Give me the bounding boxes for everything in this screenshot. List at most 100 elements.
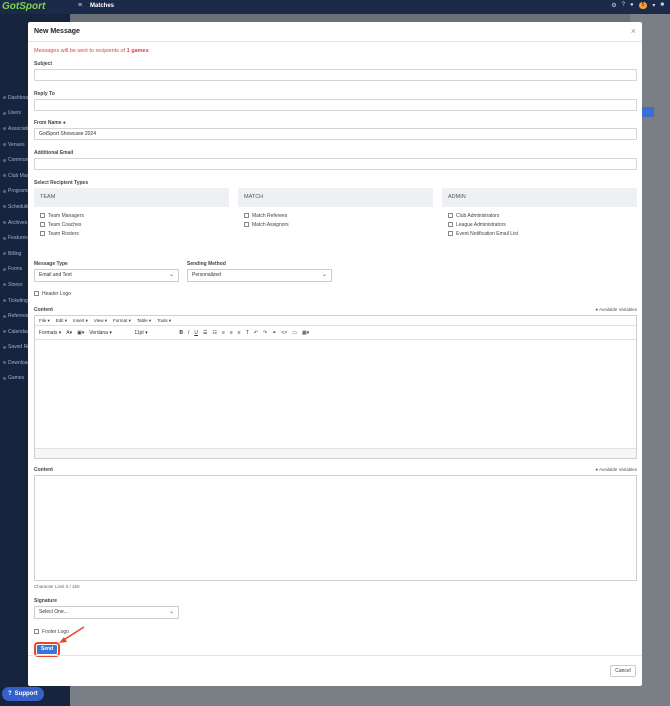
reply-to-input[interactable] [34,99,637,111]
formats-dropdown[interactable]: Formats ▾ [39,330,61,336]
message-type-select[interactable]: Email and Text ⌄ [34,269,179,282]
checkbox-label: Team Coaches [48,221,82,228]
sms-content-textarea[interactable] [34,475,637,581]
align-center-icon[interactable]: ≡ [230,330,233,336]
checkbox-team-coaches[interactable]: Team Coaches [34,220,229,229]
checkbox-event-notification-list[interactable]: Event Notification Email List [442,229,637,238]
align-right-icon[interactable]: ≡ [238,330,241,336]
bell-icon[interactable]: ● [630,2,634,9]
editor-body[interactable] [35,340,636,448]
available-variables-link-2[interactable]: ● Available Variables [595,467,637,472]
checkbox[interactable] [34,629,39,634]
italic-icon[interactable]: I [188,330,189,336]
redo-icon[interactable]: ↷ [263,330,267,336]
sidebar-item-label: Forms [8,266,23,273]
signature-select[interactable]: Select One... ⌄ [34,606,179,619]
cancel-button[interactable]: Cancel [610,665,636,677]
text-color-icon[interactable]: A▾ [66,330,72,336]
background-table-row [70,686,630,706]
checkbox-label: League Administrators [456,221,506,228]
highlight-color-icon[interactable]: ▣▾ [77,330,84,336]
align-left-icon[interactable]: ≡ [222,330,225,336]
sidebar-item-icon [3,236,6,240]
editor-menu-item[interactable]: Tools ▾ [157,318,171,324]
sidebar-item-icon [3,174,6,178]
chevron-down-icon[interactable]: ▾ [652,2,655,9]
sidebar-item-label: Stores [8,281,23,288]
additional-email-input[interactable] [34,158,637,170]
support-label: Support [14,691,38,697]
checkbox-match-referees[interactable]: Match Referees [238,211,433,220]
chevron-down-icon: ⌄ [168,609,174,615]
menu-icon[interactable]: ≡ [78,2,84,9]
underline-icon[interactable]: U [194,330,198,336]
checkbox[interactable] [448,213,453,218]
sidebar-item-icon [3,189,6,193]
link-icon[interactable]: ⚭ [272,330,276,336]
table-icon[interactable]: ▦▾ [302,330,309,336]
sidebar-item-icon [3,221,6,225]
sidebar-item-label: Features [8,235,28,242]
from-name-input[interactable]: GotSport Showcase 2024 [34,128,637,140]
image-icon[interactable]: ▭ [292,330,297,336]
sidebar-item-icon [3,158,6,162]
subject-input[interactable] [34,69,637,81]
sidebar-item-icon [3,361,6,365]
sidebar-item-icon [3,111,6,115]
notification-badge[interactable]: 5 [638,2,648,9]
checkbox[interactable] [244,222,249,227]
editor-menu-item[interactable]: Table ▾ [137,318,151,324]
gear-icon[interactable]: ⚙ [611,2,616,9]
editor-menu-item[interactable]: File ▾ [39,318,50,324]
gotsport-logo[interactable]: GotSport [2,1,45,12]
checkbox-club-administrators[interactable]: Club Administrators [442,211,637,220]
editor-menu-label: Insert [73,317,85,323]
info-icon: ● [595,467,599,472]
sending-method-value: Personalized [192,272,221,278]
bullet-list-icon[interactable]: ☰ [203,330,207,336]
editor-statusbar [35,448,636,458]
sidebar-item-icon [3,376,6,380]
checkbox[interactable] [244,213,249,218]
checkbox-team-managers[interactable]: Team Managers [34,211,229,220]
sidebar-item-icon [3,330,6,334]
signature-value: Select One... [39,609,68,615]
sending-method-label: Sending Method [187,261,226,267]
notice-text: Messages will be sent to recipients of [34,48,127,54]
code-icon[interactable]: <> [281,330,287,336]
editor-menu-item[interactable]: Insert ▾ [73,318,88,324]
numbered-list-icon[interactable]: ☷ [212,330,216,336]
checkbox[interactable] [40,222,45,227]
checkbox-label: Match Referees [252,212,288,219]
notice-count: 1 games [126,48,149,54]
user-avatar[interactable]: ■ [660,2,664,9]
send-button[interactable]: Send [34,642,60,657]
available-variables-link[interactable]: ● Available Variables [595,307,637,312]
checkbox-league-administrators[interactable]: League Administrators [442,220,637,229]
checkbox-team-rosters[interactable]: Team Rosters [34,229,229,238]
sidebar-item-label: Archives [8,219,28,226]
support-button[interactable]: ? Support [2,687,44,701]
checkbox-match-assignors[interactable]: Match Assignors [238,220,433,229]
checkbox[interactable] [40,213,45,218]
formats-label: Formats [39,329,58,336]
undo-icon[interactable]: ↶ [254,330,258,336]
checkbox[interactable] [34,291,39,296]
checkbox[interactable] [40,231,45,236]
checkbox[interactable] [448,222,453,227]
help-icon[interactable]: ? [622,2,625,9]
character-limit: Character Limit 0 / 160 [34,584,80,589]
font-size-dropdown[interactable]: 11pt ▾ [134,330,174,336]
bold-icon[interactable]: B [179,330,183,336]
editor-menu-item[interactable]: Edit ▾ [56,318,67,324]
sidebar-item-label: Programs [8,188,30,195]
editor-menu-item[interactable]: View ▾ [94,318,107,324]
checkbox[interactable] [448,231,453,236]
editor-menu-item[interactable]: Format ▾ [113,318,131,324]
header-logo-checkbox[interactable]: Header Logo [28,289,71,298]
clear-format-icon[interactable]: T [246,330,249,336]
close-icon[interactable]: × [631,26,636,36]
rich-text-editor: File ▾ Edit ▾ Insert ▾ View ▾ Format ▾ Table … [34,315,637,459]
sending-method-select[interactable]: Personalized ⌄ [187,269,332,282]
font-family-dropdown[interactable]: Verdana ▾ [89,330,129,336]
